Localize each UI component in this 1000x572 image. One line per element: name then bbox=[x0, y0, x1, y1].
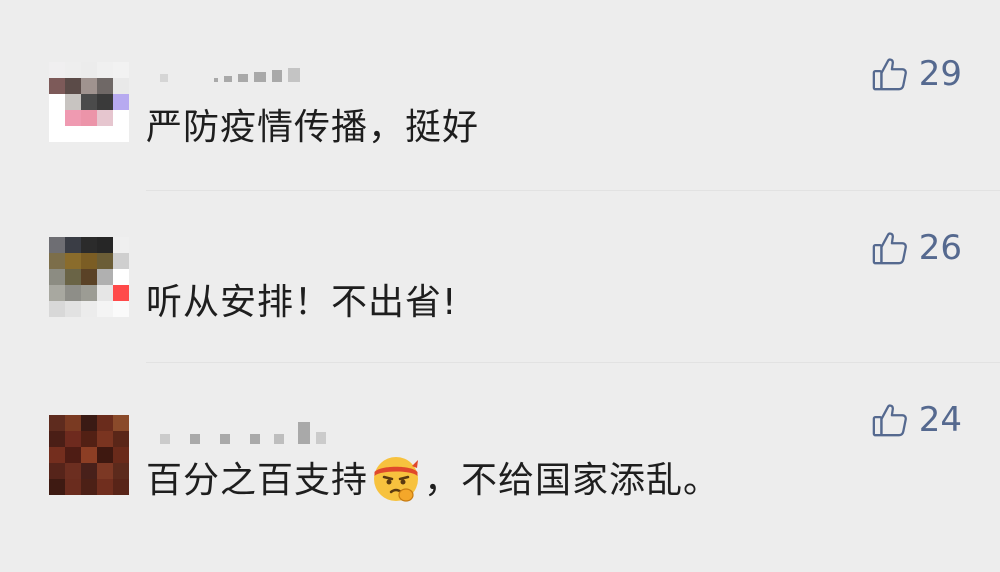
avatar-mosaic-cell bbox=[65, 126, 81, 142]
avatar-mosaic-cell bbox=[113, 463, 129, 479]
avatar-mosaic-cell bbox=[97, 301, 113, 317]
comment-text-part: 百分之百支持 bbox=[146, 460, 369, 501]
avatar-mosaic-cell bbox=[65, 78, 81, 94]
avatar-mosaic-cell bbox=[49, 110, 65, 126]
avatar-mosaic-cell bbox=[97, 463, 113, 479]
avatar-mosaic-cell bbox=[49, 301, 65, 317]
avatar-mosaic-cell bbox=[65, 447, 81, 463]
avatar-mosaic-cell bbox=[97, 285, 113, 301]
like-count: 24 bbox=[918, 400, 962, 440]
avatar-mosaic-cell bbox=[49, 269, 65, 285]
avatar-mosaic-cell bbox=[81, 62, 97, 78]
comment-text-part: ，不给国家添乱。 bbox=[424, 460, 721, 501]
avatar-mosaic-cell bbox=[65, 431, 81, 447]
avatar-mosaic-cell bbox=[97, 62, 113, 78]
avatar-mosaic-cell bbox=[81, 78, 97, 94]
avatar-mosaic-cell bbox=[81, 94, 97, 110]
avatar-mosaic-cell bbox=[65, 237, 81, 253]
avatar-mosaic-cell bbox=[81, 126, 97, 142]
thumbs-up-outline-icon bbox=[872, 404, 907, 437]
avatar-mosaic-cell bbox=[49, 285, 65, 301]
comment-text: 严防疫情传播，挺好 bbox=[146, 107, 480, 148]
avatar-mosaic-cell bbox=[113, 447, 129, 463]
avatar-mosaic-cell bbox=[113, 237, 129, 253]
avatar-mosaic-cell bbox=[113, 94, 129, 110]
avatar-mosaic-cell bbox=[113, 253, 129, 269]
avatar-mosaic-cell bbox=[65, 253, 81, 269]
avatar-mosaic-cell bbox=[97, 479, 113, 495]
avatar-mosaic-cell bbox=[81, 301, 97, 317]
avatar[interactable] bbox=[49, 415, 129, 495]
avatar-mosaic-cell bbox=[81, 463, 97, 479]
face-with-headband-emoji bbox=[374, 457, 419, 502]
comments-list: 严防疫情传播，挺好 29 听从安排！不出省! 26 百分之百支持 ，不给国家添乱… bbox=[0, 0, 1000, 572]
avatar-mosaic-cell bbox=[49, 237, 65, 253]
like-count: 29 bbox=[918, 54, 962, 94]
thumbs-up-outline-icon bbox=[872, 232, 907, 265]
avatar-mosaic-cell bbox=[81, 269, 97, 285]
comment-text: 听从安排！不出省! bbox=[146, 282, 458, 323]
avatar-mosaic-cell bbox=[81, 237, 97, 253]
comment-text: 百分之百支持 ，不给国家添乱。 bbox=[146, 456, 720, 508]
avatar-mosaic-cell bbox=[81, 110, 97, 126]
avatar-mosaic-cell bbox=[49, 447, 65, 463]
avatar-mosaic-cell bbox=[113, 431, 129, 447]
username-redacted[interactable] bbox=[160, 58, 300, 82]
avatar-mosaic-cell bbox=[97, 126, 113, 142]
avatar-mosaic-cell bbox=[97, 415, 113, 431]
avatar-mosaic-cell bbox=[65, 110, 81, 126]
avatar-mosaic-cell bbox=[113, 479, 129, 495]
avatar-mosaic-cell bbox=[65, 463, 81, 479]
divider bbox=[146, 190, 1000, 191]
avatar-mosaic-cell bbox=[81, 447, 97, 463]
avatar-mosaic-cell bbox=[81, 415, 97, 431]
avatar-mosaic-cell bbox=[49, 463, 65, 479]
avatar-mosaic-cell bbox=[49, 126, 65, 142]
avatar-mosaic-cell bbox=[113, 62, 129, 78]
avatar-mosaic-cell bbox=[81, 253, 97, 269]
avatar-mosaic-cell bbox=[65, 94, 81, 110]
avatar-mosaic-cell bbox=[49, 479, 65, 495]
avatar-mosaic-cell bbox=[97, 431, 113, 447]
avatar-mosaic-cell bbox=[65, 269, 81, 285]
avatar-mosaic-cell bbox=[97, 94, 113, 110]
avatar-mosaic-cell bbox=[97, 237, 113, 253]
avatar-mosaic-cell bbox=[81, 479, 97, 495]
like-count: 26 bbox=[918, 228, 962, 268]
like-button[interactable]: 29 bbox=[871, 52, 962, 96]
avatar-mosaic-cell bbox=[65, 479, 81, 495]
avatar-mosaic-cell bbox=[113, 285, 129, 301]
avatar-mosaic-cell bbox=[49, 415, 65, 431]
avatar-mosaic-cell bbox=[113, 301, 129, 317]
avatar-mosaic-cell bbox=[49, 431, 65, 447]
avatar-mosaic-cell bbox=[97, 78, 113, 94]
like-button[interactable]: 26 bbox=[871, 226, 962, 270]
avatar-mosaic-cell bbox=[49, 62, 65, 78]
avatar-mosaic-cell bbox=[113, 110, 129, 126]
like-button[interactable]: 24 bbox=[871, 398, 962, 442]
avatar-mosaic-cell bbox=[65, 301, 81, 317]
avatar-mosaic-cell bbox=[65, 62, 81, 78]
avatar-mosaic-cell bbox=[113, 415, 129, 431]
thumbs-up-outline-icon bbox=[872, 58, 907, 91]
avatar-mosaic-cell bbox=[97, 269, 113, 285]
avatar-mosaic-cell bbox=[113, 269, 129, 285]
avatar-mosaic-cell bbox=[97, 110, 113, 126]
avatar-mosaic-cell bbox=[97, 253, 113, 269]
avatar-mosaic-cell bbox=[113, 126, 129, 142]
avatar-mosaic-cell bbox=[81, 431, 97, 447]
avatar-mosaic-cell bbox=[97, 447, 113, 463]
avatar[interactable] bbox=[49, 62, 129, 142]
avatar-mosaic-cell bbox=[49, 94, 65, 110]
divider bbox=[146, 362, 1000, 363]
avatar[interactable] bbox=[49, 237, 129, 317]
avatar-mosaic-cell bbox=[49, 253, 65, 269]
avatar-mosaic-cell bbox=[49, 78, 65, 94]
avatar-mosaic-cell bbox=[113, 78, 129, 94]
avatar-mosaic-cell bbox=[81, 285, 97, 301]
username-redacted[interactable] bbox=[160, 420, 326, 444]
avatar-mosaic-cell bbox=[65, 285, 81, 301]
avatar-mosaic-cell bbox=[65, 415, 81, 431]
